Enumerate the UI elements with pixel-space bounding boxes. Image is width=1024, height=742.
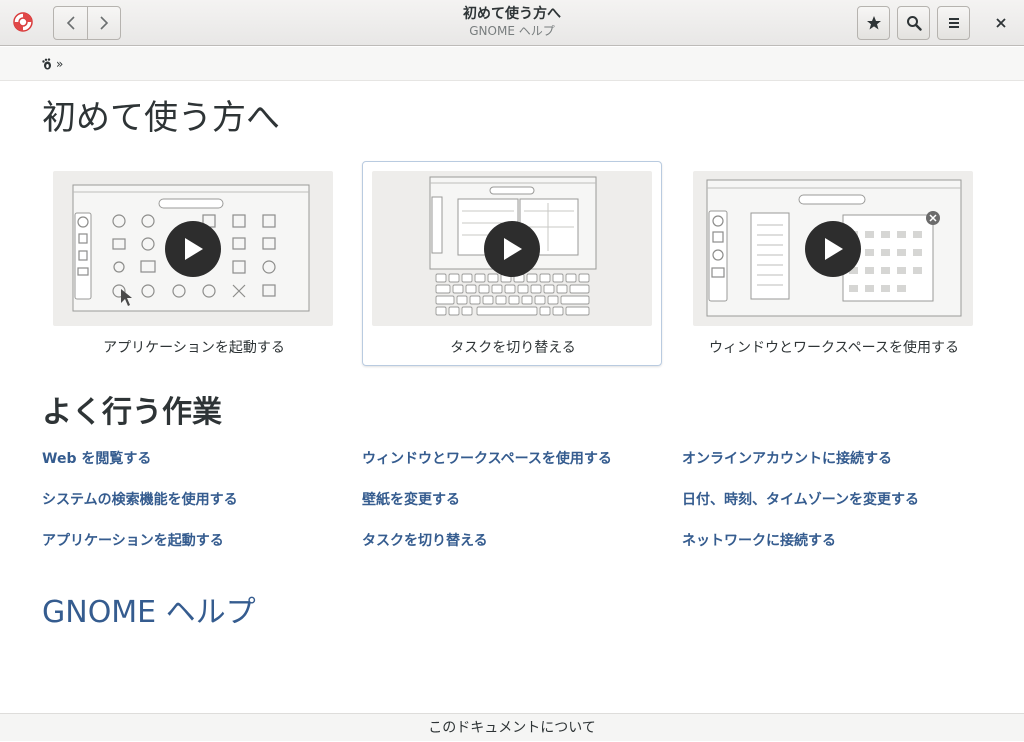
search-icon <box>906 16 922 31</box>
menu-button[interactable] <box>937 6 970 40</box>
common-tasks-heading: よく行う作業 <box>42 395 222 430</box>
close-icon <box>996 18 1006 28</box>
star-icon <box>866 16 881 30</box>
link-date-time-timezone[interactable]: 日付、時刻、タイムゾーンを変更する <box>682 491 919 509</box>
help-lifebuoy-icon <box>12 11 34 33</box>
breadcrumb: » <box>0 47 1024 81</box>
search-button[interactable] <box>897 6 930 40</box>
play-icon <box>185 238 203 260</box>
play-button[interactable] <box>484 221 540 277</box>
video-caption: タスクを切り替える <box>450 340 576 356</box>
link-browse-web[interactable]: Web を閲覧する <box>42 450 151 468</box>
play-icon <box>504 238 522 260</box>
navigation-buttons <box>53 6 121 40</box>
video-card-windows-workspaces[interactable]: ウィンドウとワークスペースを使用する <box>683 161 983 366</box>
breadcrumb-trail: » <box>41 57 63 71</box>
header-bar: 初めて使う方へ GNOME ヘルプ <box>0 0 1024 46</box>
gnome-foot-icon[interactable] <box>41 58 53 70</box>
video-thumbnail <box>372 171 652 326</box>
page-title: 初めて使う方へ <box>42 98 280 138</box>
window-title: 初めて使う方へ <box>463 6 561 22</box>
video-card-switch-tasks[interactable]: タスクを切り替える <box>362 161 662 366</box>
link-switch-tasks[interactable]: タスクを切り替える <box>362 532 488 550</box>
link-change-wallpaper[interactable]: 壁紙を変更する <box>362 491 460 509</box>
gnome-help-link[interactable]: GNOME ヘルプ <box>42 593 256 633</box>
chevron-right-icon <box>100 16 109 30</box>
link-connect-network[interactable]: ネットワークに接続する <box>682 532 836 550</box>
window-title-box: 初めて使う方へ GNOME ヘルプ <box>312 5 712 40</box>
bookmark-button[interactable] <box>857 6 890 40</box>
link-windows-workspaces[interactable]: ウィンドウとワークスペースを使用する <box>362 450 612 468</box>
link-launch-apps[interactable]: アプリケーションを起動する <box>42 532 224 550</box>
back-button[interactable] <box>54 7 87 39</box>
play-button[interactable] <box>165 221 221 277</box>
window-subtitle: GNOME ヘルプ <box>469 24 555 38</box>
hamburger-menu-icon <box>948 18 959 28</box>
link-system-search[interactable]: システムの検索機能を使用する <box>42 491 238 509</box>
video-caption: アプリケーションを起動する <box>103 340 285 356</box>
video-thumbnail <box>53 171 333 326</box>
play-icon <box>825 238 843 260</box>
link-online-accounts[interactable]: オンラインアカウントに接続する <box>682 450 892 468</box>
video-thumbnail <box>693 171 973 326</box>
forward-button[interactable] <box>87 7 120 39</box>
chevron-left-icon <box>66 16 75 30</box>
video-caption: ウィンドウとワークスペースを使用する <box>709 340 959 356</box>
close-button[interactable] <box>990 12 1012 34</box>
video-card-launch-apps[interactable]: アプリケーションを起動する <box>43 161 343 366</box>
about-document-link[interactable]: このドキュメントについて <box>0 713 1024 741</box>
breadcrumb-separator: » <box>56 57 64 71</box>
play-button[interactable] <box>805 221 861 277</box>
